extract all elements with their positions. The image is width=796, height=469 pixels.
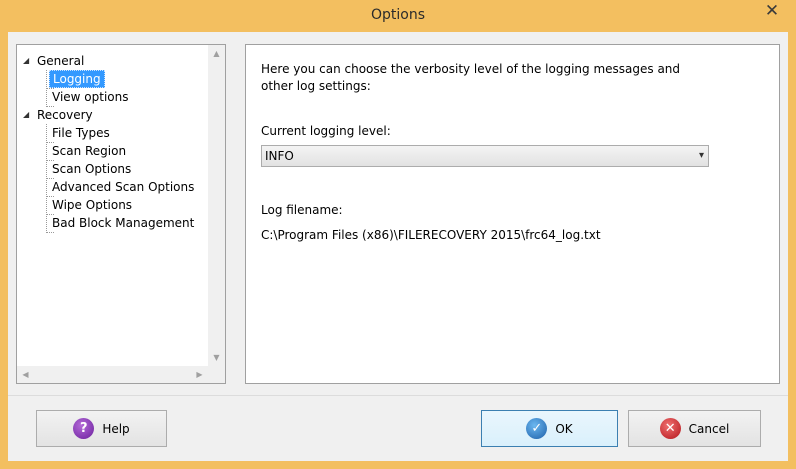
close-icon: ✕ [764,1,780,21]
ok-button[interactable]: ✓ OK [481,410,618,447]
tree-item-file-types[interactable]: File Types [49,124,113,142]
options-tree: ◢ General Logging View options ◢ Recover… [16,44,226,384]
tree-item-wipe-options[interactable]: Wipe Options [49,196,135,214]
scroll-right-icon[interactable]: ▶ [191,366,208,383]
logging-level-select[interactable]: INFO ▾ [261,145,709,167]
logging-level-label: Current logging level: [261,124,391,138]
scroll-corner [208,366,225,383]
ok-button-label: OK [555,421,573,436]
dialog-client: ◢ General Logging View options ◢ Recover… [8,32,788,461]
help-button-label: Help [102,421,130,436]
log-filename-label: Log filename: [261,203,343,217]
window-title: Options [370,7,426,23]
check-icon: ✓ [526,418,548,439]
tree-item-scan-options[interactable]: Scan Options [49,160,134,178]
chevron-down-icon: ▾ [698,150,704,161]
logging-description: Here you can choose the verbosity level … [261,62,681,93]
help-button[interactable]: ? Help [36,410,167,447]
close-button[interactable]: ✕ [755,1,789,21]
button-bar: ? Help ✓ OK ✕ Cancel [8,395,788,461]
log-filename-value: C:\Program Files (x86)\FILERECOVERY 2015… [261,228,601,242]
tree-item-advanced-scan-options[interactable]: Advanced Scan Options [49,178,197,196]
logging-level-value: INFO [265,149,294,163]
logging-settings-panel: Here you can choose the verbosity level … [245,44,780,384]
tree-item-scan-region[interactable]: Scan Region [49,142,129,160]
tree-item-view-options[interactable]: View options [49,88,132,106]
vertical-scrollbar[interactable]: ▲ ▼ [208,45,225,366]
scroll-left-icon[interactable]: ◀ [17,366,34,383]
tree-line [46,232,54,233]
horizontal-scrollbar[interactable]: ◀ ▶ [17,366,208,383]
scroll-down-icon[interactable]: ▼ [208,349,225,366]
tree-item-bad-block-management[interactable]: Bad Block Management [49,214,197,232]
cancel-button[interactable]: ✕ Cancel [628,410,761,447]
title-bar: Options ✕ [0,0,796,32]
tree-item-recovery[interactable]: Recovery [34,106,96,124]
expand-arrow-icon[interactable]: ◢ [23,52,33,70]
cancel-icon: ✕ [659,418,681,439]
tree-item-logging[interactable]: Logging [49,70,105,88]
scroll-up-icon[interactable]: ▲ [208,45,225,62]
cancel-button-label: Cancel [688,421,730,436]
help-icon: ? [73,418,95,439]
tree-item-general[interactable]: General [34,52,87,70]
expand-arrow-icon[interactable]: ◢ [23,106,33,124]
